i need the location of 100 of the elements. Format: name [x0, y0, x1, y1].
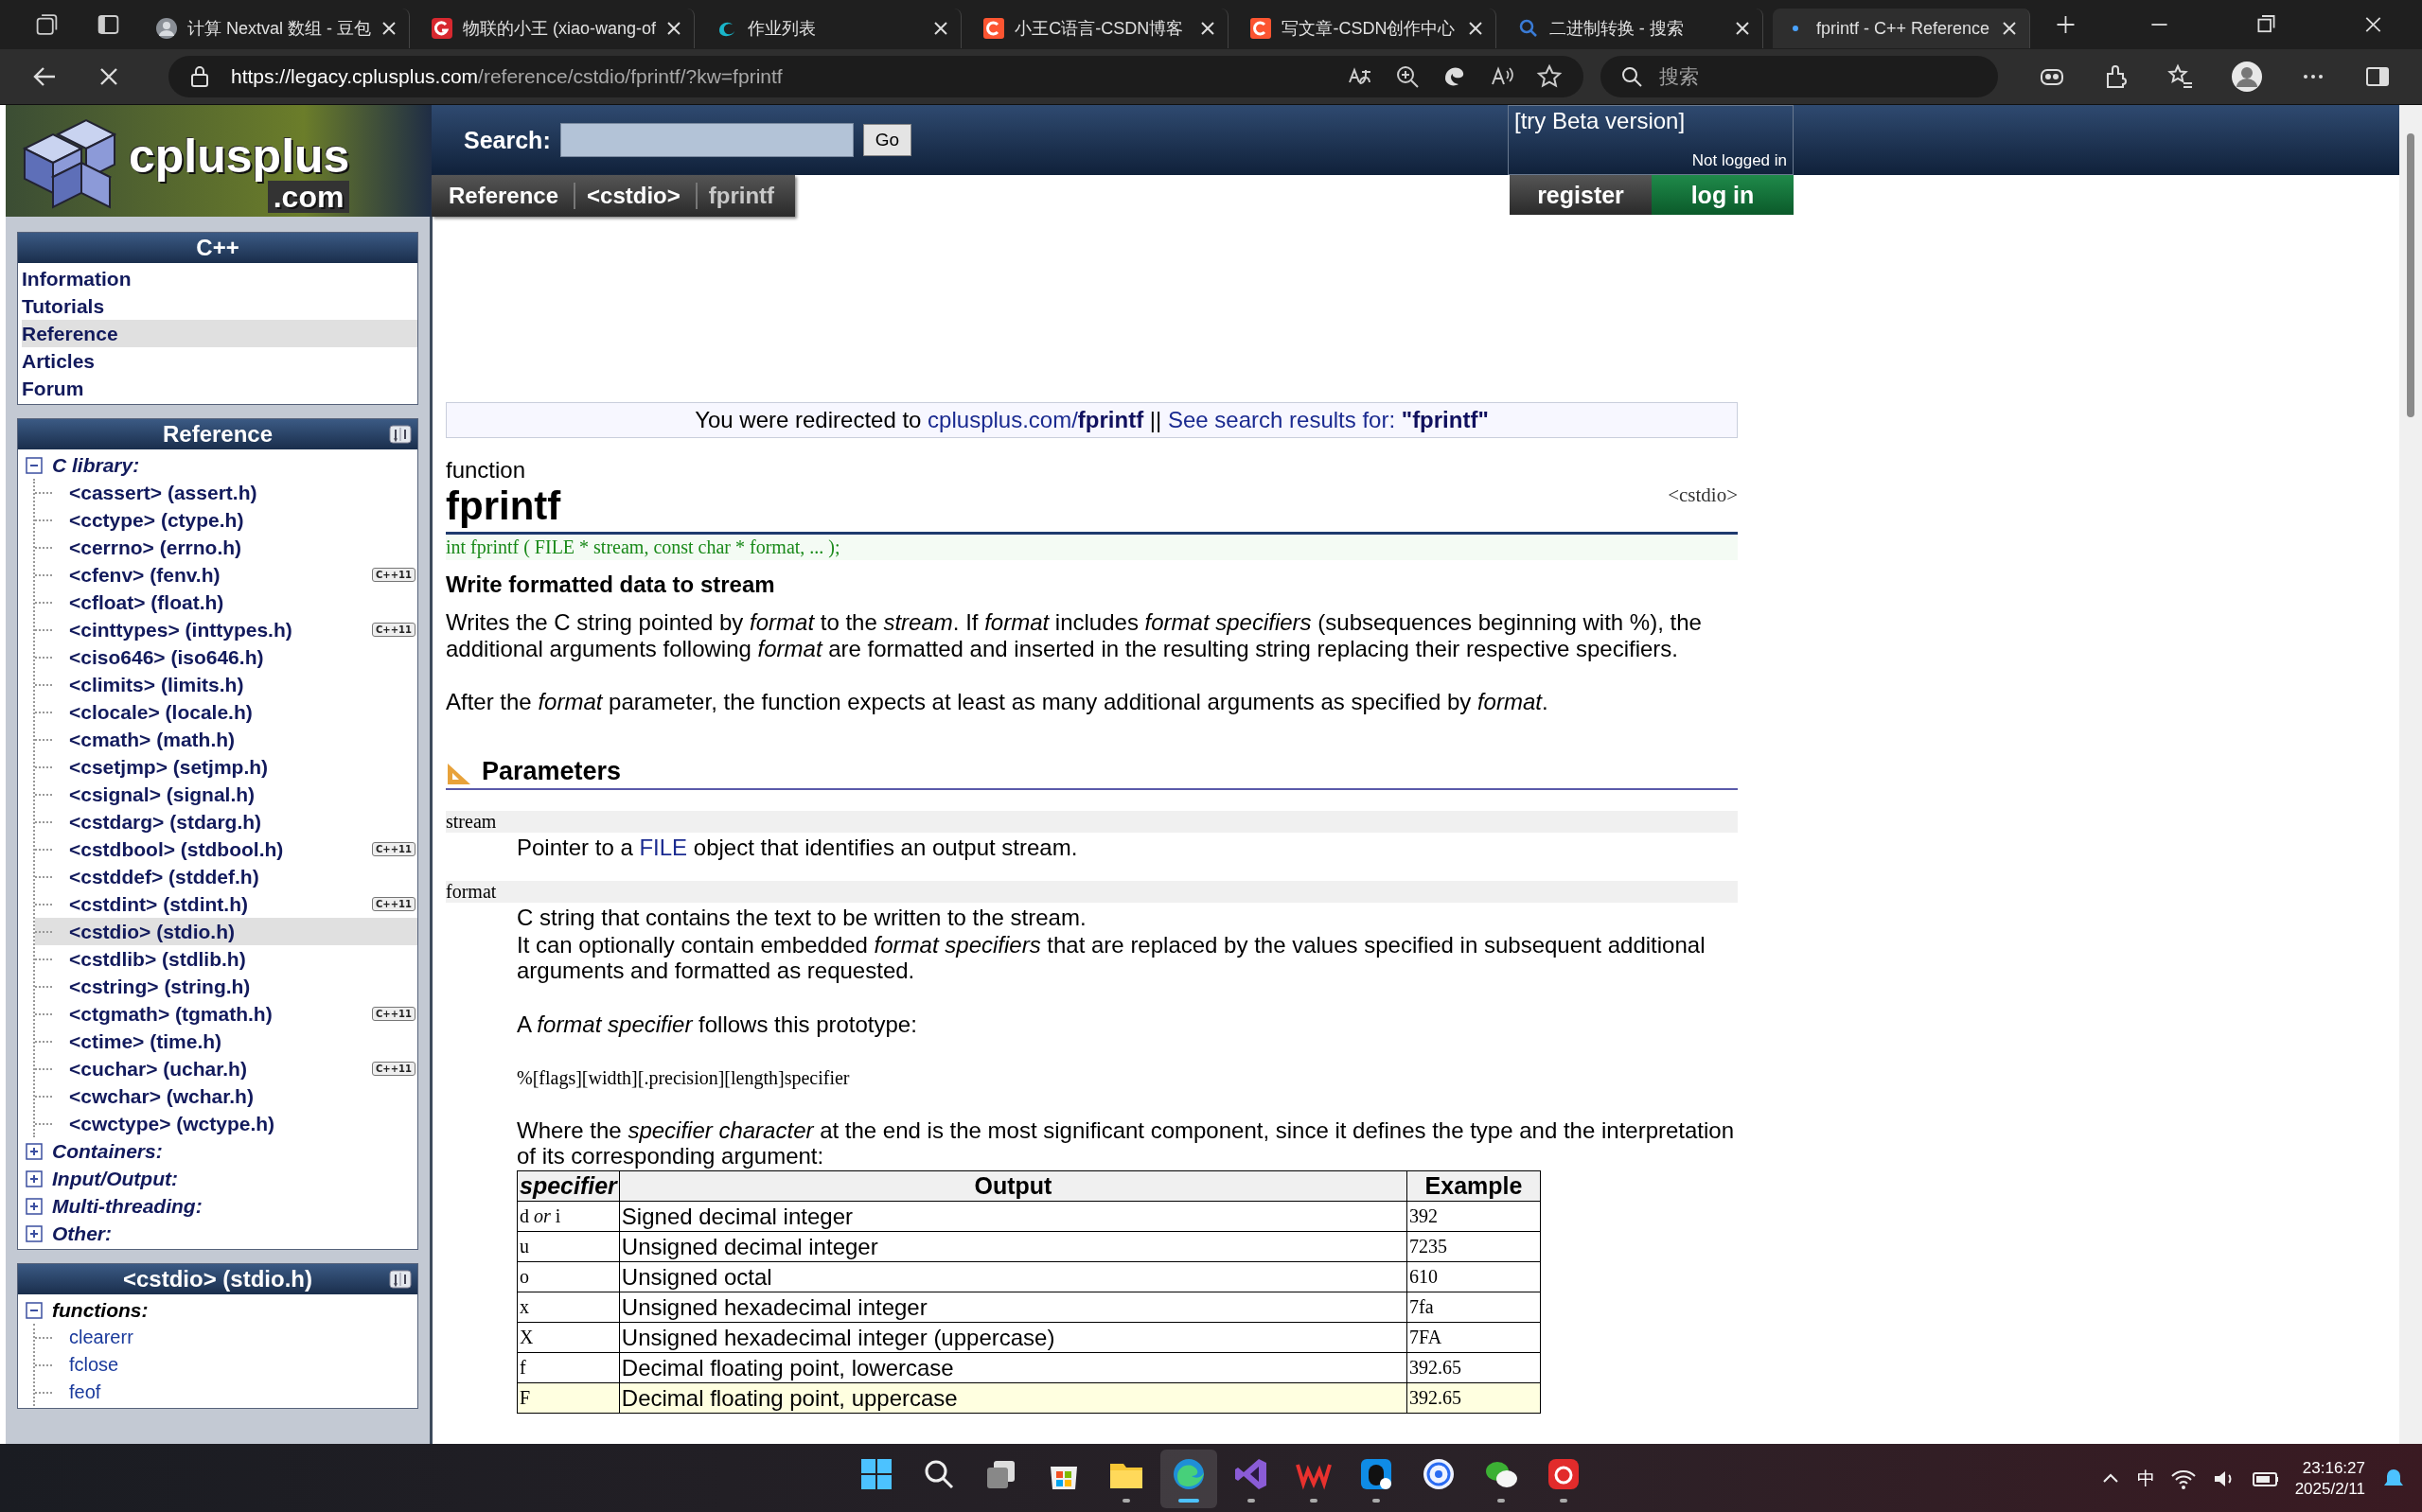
- site-logo[interactable]: cplusplus .com: [6, 105, 432, 217]
- collapse-icon[interactable]: [26, 456, 43, 474]
- version-badge: C++11: [372, 623, 415, 637]
- register-button[interactable]: register: [1510, 175, 1652, 215]
- tree-link[interactable]: <cuchar> (uchar.h): [69, 1057, 247, 1081]
- parameter-text: C string that contains the text to be written to the stream.: [517, 905, 1087, 930]
- search-results-link[interactable]: See search results for: "fprintf": [1167, 407, 1489, 433]
- lock-icon[interactable]: [189, 65, 210, 88]
- clock[interactable]: 23:16:27 2025/2/11: [2294, 1457, 2365, 1500]
- beta-link[interactable]: [try Beta version]: [1514, 108, 1787, 134]
- close-icon[interactable]: [1733, 20, 1751, 37]
- close-icon[interactable]: [665, 20, 682, 37]
- tree-link[interactable]: <ctgmath> (tgmath.h): [69, 1002, 273, 1026]
- tree-link[interactable]: <csetjmp> (setjmp.h): [69, 755, 269, 779]
- search-label: Search:: [464, 126, 551, 154]
- expand-icon[interactable]: [26, 1197, 43, 1215]
- sidebar-link[interactable]: Forum: [22, 375, 417, 402]
- tree-link[interactable]: <cstddef> (stddef.h): [69, 865, 259, 888]
- expand-icon[interactable]: [26, 1169, 43, 1187]
- browser-tab[interactable]: 物联的小王 (xiao-wang-of: [418, 9, 695, 48]
- tree-link[interactable]: <cstdint> (stdint.h): [69, 892, 248, 916]
- tree-link[interactable]: <cassert> (assert.h): [69, 481, 257, 504]
- tree-group[interactable]: Multi-threading:: [52, 1194, 203, 1218]
- close-icon[interactable]: [2001, 20, 2019, 37]
- table-cell: F: [517, 1382, 620, 1414]
- table-cell: Unsigned octal: [619, 1261, 1407, 1292]
- tree-link[interactable]: fclose: [69, 1354, 119, 1376]
- page-link[interactable]: cplusplus.com/fprintf: [928, 407, 1144, 433]
- search-field[interactable]: [559, 123, 854, 157]
- breadcrumb-link[interactable]: Reference: [437, 183, 576, 209]
- browser-tab[interactable]: 写文章-CSDN创作中心: [1238, 9, 1496, 48]
- sort-icon[interactable]: [389, 1270, 412, 1289]
- tree-link[interactable]: <cctype> (ctype.h): [69, 508, 244, 532]
- sidebar-link[interactable]: Tutorials: [22, 292, 417, 320]
- sidebar-link[interactable]: Information: [22, 265, 417, 292]
- tree-link[interactable]: <clocale> (locale.h): [69, 700, 253, 724]
- tree-link[interactable]: <cmath> (math.h): [69, 728, 236, 751]
- summary-heading: Write formatted data to stream: [446, 571, 776, 598]
- star-icon[interactable]: [1536, 63, 1563, 90]
- table-cell: u: [517, 1231, 620, 1262]
- sort-icon[interactable]: [389, 425, 412, 444]
- favorites-icon[interactable]: [2166, 62, 2195, 91]
- version-badge: C++11: [372, 1007, 415, 1021]
- tree-group[interactable]: functions:: [52, 1298, 149, 1322]
- expand-icon[interactable]: [26, 1224, 43, 1242]
- tree-link[interactable]: <cerrno> (errno.h): [69, 536, 242, 559]
- tree-link[interactable]: <cinttypes> (inttypes.h): [69, 618, 292, 642]
- close-icon[interactable]: [380, 20, 398, 37]
- tree-link[interactable]: <cwchar> (wchar.h): [69, 1084, 254, 1108]
- tree-link[interactable]: <ciso646> (iso646.h): [69, 645, 264, 669]
- tree-link[interactable]: <cfloat> (float.h): [69, 590, 224, 614]
- tree-link[interactable]: <cstdbool> (stdbool.h): [69, 837, 284, 861]
- tree-link[interactable]: <cstdarg> (stdarg.h): [69, 810, 262, 834]
- search-field[interactable]: 搜索: [1600, 56, 1998, 97]
- breadcrumb-link[interactable]: fprintf: [697, 183, 790, 209]
- table-cell: d or i: [517, 1201, 620, 1232]
- tree-link[interactable]: <ctime> (time.h): [69, 1029, 222, 1053]
- section-heading: Parameters: [482, 757, 622, 786]
- tree-link[interactable]: <climits> (limits.h): [69, 673, 244, 696]
- table-cell: 392.65: [1406, 1382, 1541, 1414]
- collapse-icon[interactable]: [26, 1301, 43, 1319]
- close-icon[interactable]: [1199, 20, 1217, 37]
- tree-group[interactable]: Containers:: [52, 1139, 163, 1163]
- browser-tab[interactable]: fprintf - C++ Reference: [1772, 9, 2031, 48]
- tree-link[interactable]: feof: [69, 1381, 101, 1403]
- close-icon[interactable]: [1466, 20, 1484, 37]
- tree-link[interactable]: clearerr: [69, 1327, 133, 1348]
- scrollbar[interactable]: [2399, 105, 2422, 1444]
- sidebar-link[interactable]: Articles: [22, 347, 417, 375]
- logo-icon: [430, 17, 453, 40]
- zoom-in-icon[interactable]: [1394, 63, 1421, 90]
- browser-tab[interactable]: 作业列表: [704, 9, 963, 48]
- sidebar-link[interactable]: Reference: [22, 320, 417, 347]
- browser-tab[interactable]: 计算 Nextval 数组 - 豆包: [143, 9, 410, 48]
- type-link[interactable]: FILE: [639, 835, 688, 860]
- tree-link[interactable]: <cfenv> (fenv.h): [69, 563, 221, 587]
- taskbar-button[interactable]: [1159, 1449, 1217, 1508]
- tree-link[interactable]: <cstring> (string.h): [69, 975, 251, 998]
- version-badge: C++11: [372, 897, 415, 911]
- input-method-indicator[interactable]: 中: [2136, 1466, 2155, 1491]
- tree-link[interactable]: <cstdlib> (stdlib.h): [69, 947, 246, 971]
- browser-tab[interactable]: 小王C语言-CSDN博客: [971, 9, 1229, 48]
- login-button[interactable]: log in: [1652, 175, 1794, 215]
- address-field[interactable]: https://legacy.cplusplus.com/reference/cstdio/fprintf/?kw=fprintf: [168, 56, 1583, 97]
- table-cell: o: [517, 1261, 620, 1292]
- table-cell: 7fa: [1406, 1292, 1541, 1323]
- tree-group[interactable]: Input/Output:: [52, 1167, 178, 1190]
- breadcrumb-link[interactable]: <cstdio>: [575, 183, 698, 209]
- browser-tab[interactable]: 二进制转换 - 搜索: [1505, 9, 1763, 48]
- tree-group[interactable]: Other:: [52, 1222, 112, 1245]
- table-cell: f: [517, 1352, 620, 1383]
- go-button[interactable]: Go: [862, 124, 912, 156]
- column-header: Example: [1406, 1170, 1541, 1202]
- expand-icon[interactable]: [26, 1142, 43, 1160]
- panel-title: Reference: [162, 421, 274, 448]
- close-icon[interactable]: [932, 20, 950, 37]
- tree-link[interactable]: <csignal> (signal.h): [69, 782, 256, 806]
- tree-link[interactable]: <cwctype> (wctype.h): [69, 1112, 275, 1135]
- profile-icon[interactable]: [2231, 61, 2263, 93]
- tree-group[interactable]: C library:: [52, 453, 140, 477]
